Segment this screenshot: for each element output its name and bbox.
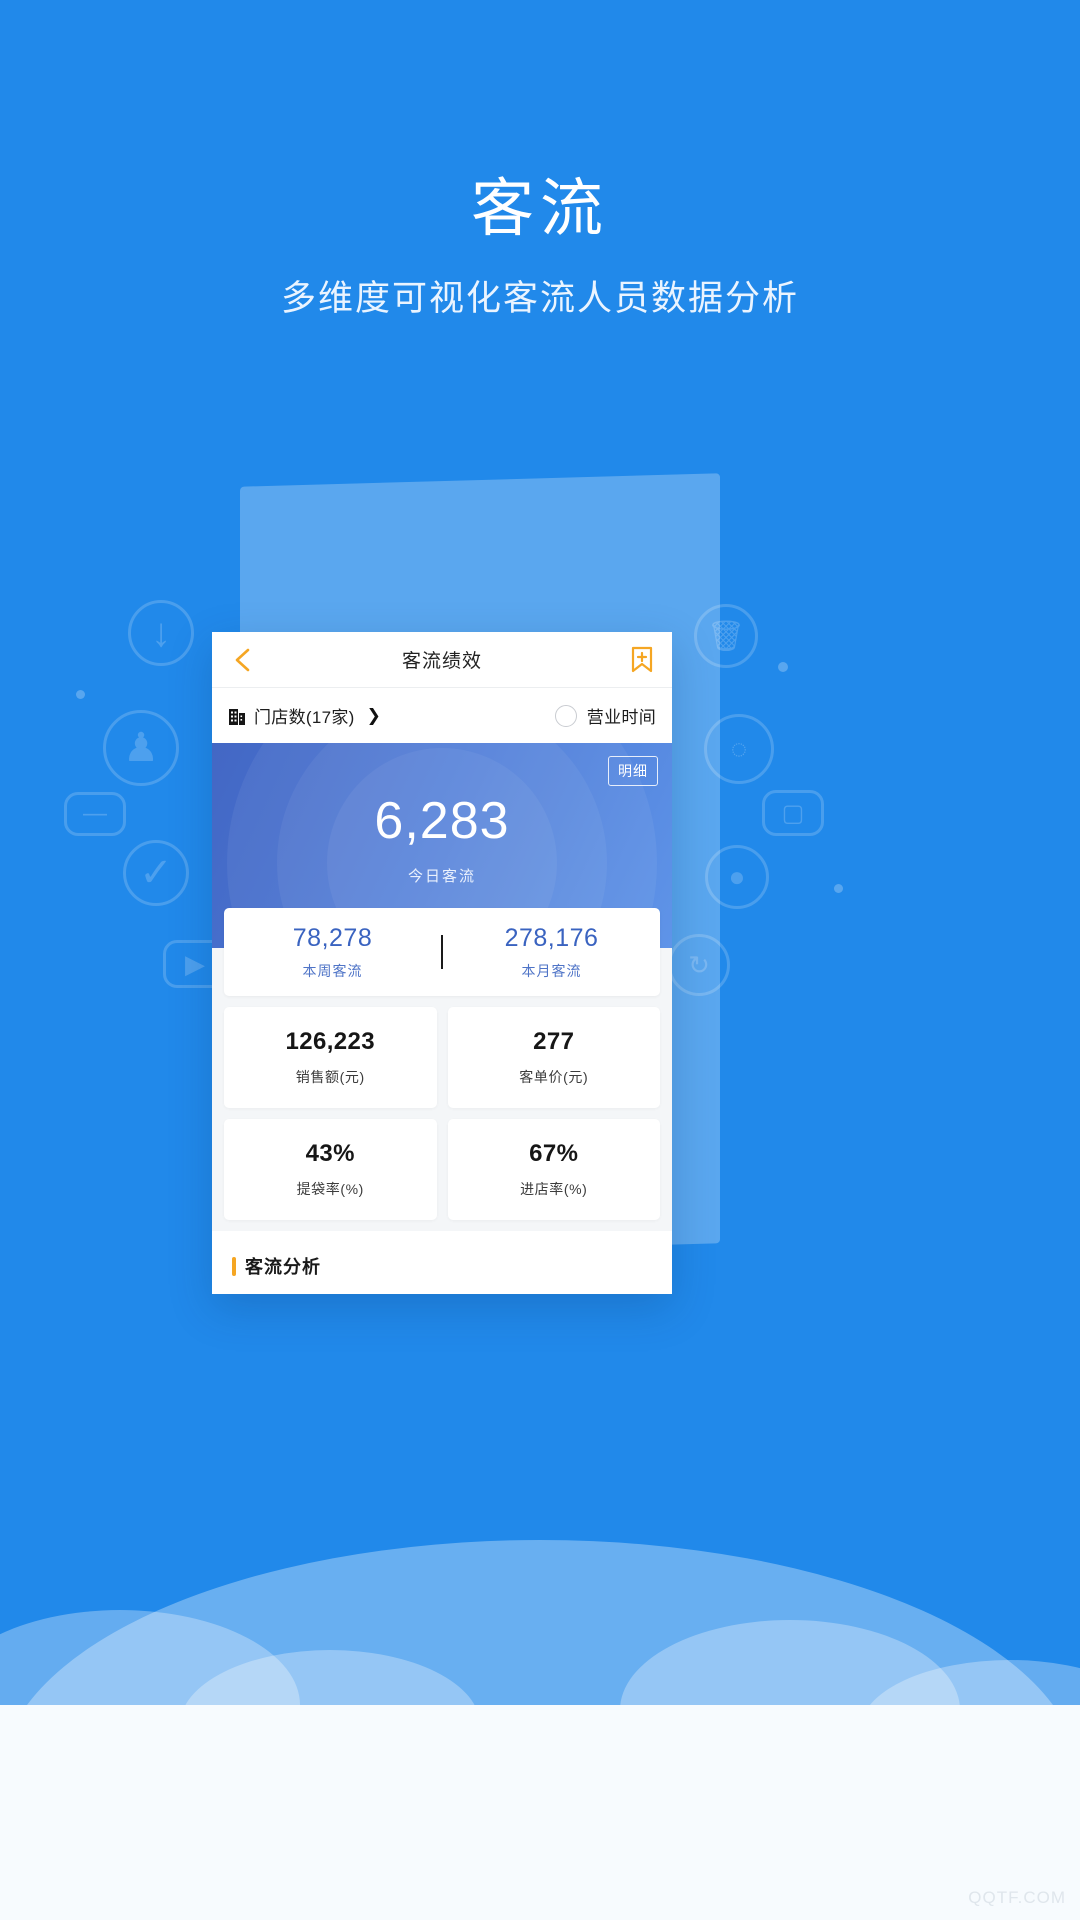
metric-value: 43%	[305, 1140, 355, 1167]
check-icon: ✓	[123, 840, 189, 906]
metric-label: 销售额(元)	[295, 1069, 365, 1085]
business-hours-toggle[interactable]: 营业时间	[554, 703, 656, 728]
radio-icon[interactable]	[554, 704, 577, 727]
metrics-grid: 126,223 销售额(元) 277 客单价(元) 43% 提袋率(%) 67%…	[224, 1007, 660, 1220]
store-selector[interactable]: 门店数(17家) ❯	[228, 703, 381, 728]
cloud-decoration	[0, 1490, 1080, 1920]
today-traffic-block: 6,283 今日客流	[212, 795, 672, 886]
building-icon	[229, 709, 245, 725]
section-accent-bar	[232, 1256, 236, 1276]
detail-button[interactable]: 明细	[608, 756, 658, 786]
bookmark-add-button[interactable]	[630, 646, 656, 674]
hero-section: 客流 多维度可视化客流人员数据分析	[0, 174, 1080, 321]
metric-label: 提袋率(%)	[296, 1181, 364, 1197]
app-screen: 客流绩效 门店数(17家) ❯ 营业时间 明细 6,283 今日客流 78,27…	[212, 632, 672, 1294]
traffic-analysis-section: 客流分析 时 日 周 月 季 年 2019-10-26	[212, 1231, 672, 1294]
back-button[interactable]	[230, 647, 256, 673]
app-body: 78,278 本周客流 278,176 本月客流 126,223 销售额(元) …	[212, 908, 672, 1294]
chevron-left-icon	[235, 648, 250, 671]
chevron-right-icon: ❯	[366, 705, 381, 725]
page-subtitle: 多维度可视化客流人员数据分析	[280, 279, 799, 319]
phone-mockup: 客流绩效 门店数(17家) ❯ 营业时间 明细 6,283 今日客流 78,27…	[212, 473, 772, 1298]
watermark: QQTF.COM	[968, 1888, 1066, 1907]
link-icon: —	[64, 792, 126, 836]
download-icon: ↓	[128, 600, 194, 666]
metric-card-sales[interactable]: 126,223 销售额(元)	[224, 1007, 437, 1108]
metric-value: 126,223	[285, 1028, 376, 1055]
metric-label: 进店率(%)	[520, 1181, 588, 1197]
week-traffic-value: 78,278	[292, 923, 373, 952]
person-icon: ♟	[103, 710, 179, 786]
week-month-card: 78,278 本周客流 278,176 本月客流	[224, 908, 660, 996]
metric-value: 277	[533, 1028, 575, 1055]
bookmark-plus-icon	[631, 646, 653, 672]
metric-card-bag-rate[interactable]: 43% 提袋率(%)	[224, 1119, 437, 1220]
month-traffic-label: 本月客流	[521, 962, 582, 979]
store-count-label: 门店数(17家)	[254, 708, 355, 727]
today-traffic-value: 6,283	[374, 792, 510, 850]
store-filter-row: 门店数(17家) ❯ 营业时间	[212, 688, 672, 743]
deco-dot	[778, 662, 788, 672]
week-traffic-label: 本周客流	[302, 962, 363, 979]
metric-label: 客单价(元)	[519, 1069, 589, 1085]
section-title: 客流分析	[245, 1257, 321, 1277]
deco-dot	[76, 690, 85, 699]
section-header: 客流分析	[232, 1253, 652, 1279]
metric-card-unit-price[interactable]: 277 客单价(元)	[447, 1007, 660, 1108]
week-traffic-cell[interactable]: 78,278 本周客流	[224, 924, 441, 981]
page-title: 客流	[471, 174, 609, 244]
month-traffic-value: 278,176	[504, 923, 599, 952]
deco-dot	[834, 884, 843, 893]
business-hours-label: 营业时间	[586, 708, 656, 727]
metric-card-entry-rate[interactable]: 67% 进店率(%)	[447, 1119, 660, 1220]
app-navbar: 客流绩效	[212, 632, 672, 688]
month-traffic-cell[interactable]: 278,176 本月客流	[443, 924, 660, 981]
metric-value: 67%	[529, 1140, 579, 1167]
app-title: 客流绩效	[401, 651, 482, 672]
today-traffic-label: 今日客流	[407, 868, 476, 885]
